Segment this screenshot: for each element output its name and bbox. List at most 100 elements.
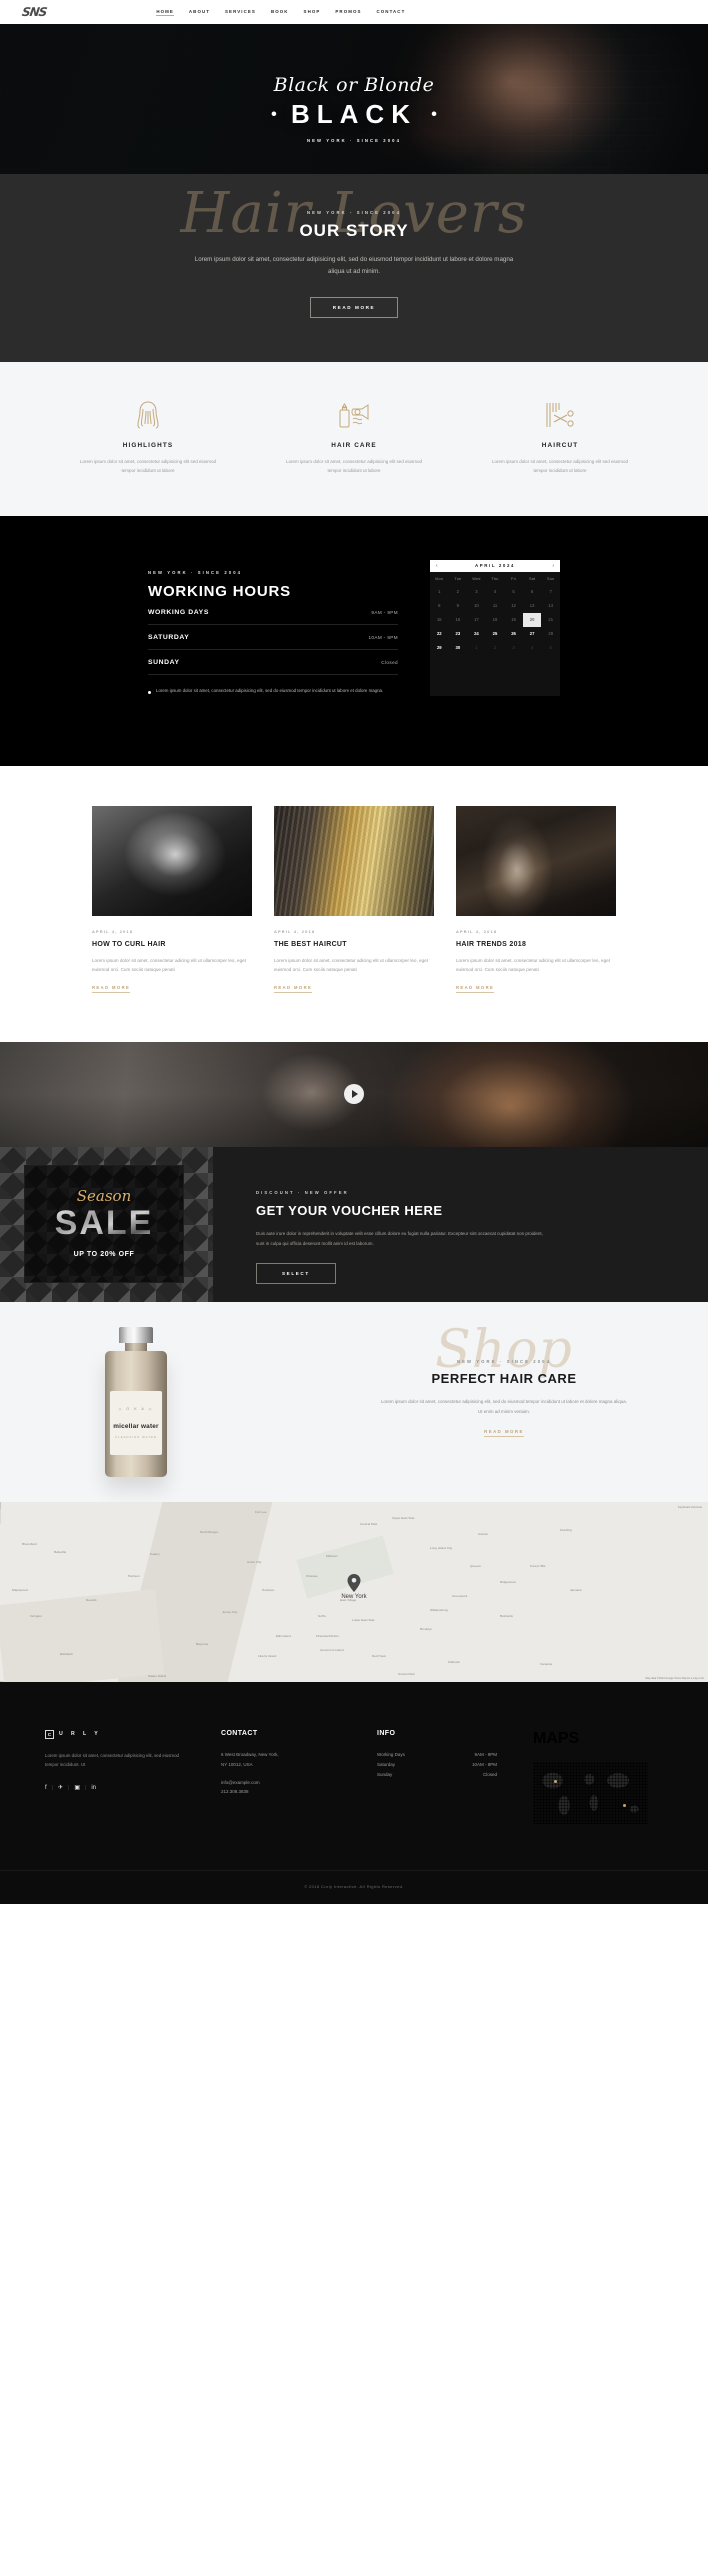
map-place-label: Hoboken bbox=[262, 1587, 275, 1592]
map-keyboard-hint: Keyboard shortcuts bbox=[677, 1504, 702, 1509]
divider: | bbox=[51, 1785, 53, 1792]
blog-card-title[interactable]: HOW TO CURL HAIR bbox=[92, 941, 252, 948]
booking-calendar[interactable]: ‹ APRIL 2024 › Mon Tue Wed Thu Fri Sat S… bbox=[430, 559, 560, 696]
calendar-day[interactable]: 30 bbox=[449, 641, 468, 655]
footer-copyright: © 2018 Curly Interactive. All Rights Res… bbox=[0, 1869, 708, 1904]
service-body: Lorem ipsum dolor sit amet, consectetur … bbox=[79, 458, 217, 474]
nav-item-services[interactable]: SERVICES bbox=[225, 9, 256, 16]
calendar-day[interactable]: 11 bbox=[486, 599, 505, 613]
product-bottle[interactable]: ◇ O K A ◇ micellar water CLEANSING WATER bbox=[105, 1326, 167, 1477]
calendar-day[interactable]: 1 bbox=[430, 585, 449, 599]
story-read-more-button[interactable]: READ MORE bbox=[309, 296, 399, 318]
nav-item-about[interactable]: ABOUT bbox=[189, 9, 210, 16]
blog-card-image[interactable] bbox=[274, 805, 434, 916]
hours-note: Lorem ipsum dolor sit amet, consectetur … bbox=[148, 687, 398, 696]
calendar-day[interactable]: 8 bbox=[430, 599, 449, 613]
footer-socials: f | ✈ | ▣ | in bbox=[45, 1785, 185, 1791]
calendar-day[interactable]: 22 bbox=[430, 627, 449, 641]
blog-card-image[interactable] bbox=[456, 805, 616, 916]
map-place-label: Upper East Side bbox=[392, 1515, 415, 1520]
calendar-day[interactable]: 9 bbox=[449, 599, 468, 613]
calendar-day[interactable]: 5 bbox=[541, 641, 560, 655]
shop-read-more-link[interactable]: READ MORE bbox=[484, 1429, 524, 1437]
footer-info-row: Saturday 10AM - 8PM bbox=[377, 1760, 497, 1770]
calendar-day[interactable]: 23 bbox=[449, 627, 468, 641]
bottle-label-sub: CLEANSING WATER bbox=[115, 1434, 157, 1439]
map-place-label: Flatbush bbox=[448, 1659, 460, 1664]
blog-card-title[interactable]: THE BEST HAIRCUT bbox=[274, 941, 434, 948]
calendar-day[interactable]: 29 bbox=[430, 641, 449, 655]
nav-item-book[interactable]: BOOK bbox=[271, 9, 289, 16]
calendar-day[interactable]: 10 bbox=[467, 599, 486, 613]
hours-title: WORKING HOURS bbox=[148, 582, 291, 600]
footer-phone[interactable]: 212.308.3838 bbox=[221, 1787, 341, 1797]
nav-item-promos[interactable]: PROMOS bbox=[335, 9, 361, 16]
blog-card-read-more[interactable]: READ MORE bbox=[92, 985, 131, 993]
calendar-dow: Mon bbox=[435, 576, 444, 581]
footer-logo[interactable]: C U R L Y bbox=[45, 1729, 185, 1739]
calendar-day[interactable]: 16 bbox=[449, 613, 468, 627]
twitter-icon[interactable]: ✈ bbox=[58, 1785, 63, 1791]
blog-card-read-more[interactable]: READ MORE bbox=[456, 985, 495, 993]
play-icon[interactable] bbox=[344, 1084, 364, 1105]
calendar-day[interactable]: 15 bbox=[430, 613, 449, 627]
calendar-day[interactable]: 14 bbox=[541, 599, 560, 613]
voucher-select-button[interactable]: SELECT bbox=[256, 1262, 336, 1284]
calendar-next-icon[interactable]: › bbox=[552, 563, 554, 569]
instagram-icon[interactable]: ▣ bbox=[74, 1785, 80, 1791]
calendar-day[interactable]: 19 bbox=[504, 613, 523, 627]
calendar-day[interactable]: 6 bbox=[523, 585, 542, 599]
blog-card[interactable]: APRIL 4, 2018 THE BEST HAIRCUT Lorem ips… bbox=[274, 805, 434, 994]
calendar-day[interactable]: 27 bbox=[523, 627, 542, 641]
calendar-day[interactable]: 4 bbox=[523, 641, 542, 655]
footer-email[interactable]: info@example.com bbox=[221, 1778, 341, 1788]
hours-eyebrow: NEW YORK · SINCE 2004 bbox=[148, 569, 243, 575]
calendar-day[interactable]: 4 bbox=[486, 585, 505, 599]
blog-card-read-more[interactable]: READ MORE bbox=[274, 985, 313, 993]
calendar-day[interactable]: 13 bbox=[523, 599, 542, 613]
bottle-cap bbox=[119, 1326, 153, 1343]
divider: | bbox=[68, 1785, 70, 1792]
calendar-day[interactable]: 2 bbox=[449, 585, 468, 599]
calendar-day[interactable]: 25 bbox=[486, 627, 505, 641]
calendar-day[interactable]: 7 bbox=[541, 585, 560, 599]
bottle-neck bbox=[125, 1342, 147, 1351]
sale-card[interactable]: Season SALE UP TO 20% OFF bbox=[24, 1164, 184, 1283]
calendar-grid: Mon Tue Wed Thu Fri Sat Sun 1 2 3 4 5 6 … bbox=[430, 572, 560, 655]
calendar-day[interactable]: 3 bbox=[504, 641, 523, 655]
map-place-label: Newark bbox=[86, 1597, 97, 1602]
service-card-highlights[interactable]: HIGHLIGHTS Lorem ipsum dolor sit amet, c… bbox=[73, 398, 223, 476]
calendar-day[interactable]: 1 bbox=[467, 641, 486, 655]
calendar-day[interactable]: 28 bbox=[541, 627, 560, 641]
calendar-dow: Wed bbox=[472, 576, 481, 581]
calendar-day[interactable]: 12 bbox=[504, 599, 523, 613]
calendar-day-selected[interactable]: 20 bbox=[522, 612, 542, 627]
calendar-prev-icon[interactable]: ‹ bbox=[436, 563, 438, 569]
blog-card[interactable]: APRIL 4, 2018 HOW TO CURL HAIR Lorem ips… bbox=[92, 805, 252, 994]
map-section[interactable]: North Bergen Union City Hoboken Jersey City… bbox=[0, 1501, 708, 1682]
calendar-day[interactable]: 18 bbox=[486, 613, 505, 627]
facebook-icon[interactable]: f bbox=[45, 1785, 47, 1791]
service-card-hair-care[interactable]: HAIR CARE Lorem ipsum dolor sit amet, co… bbox=[279, 398, 429, 476]
calendar-day[interactable]: 26 bbox=[504, 627, 523, 641]
map-place-label: Midtown bbox=[326, 1553, 338, 1558]
map-pin-icon[interactable] bbox=[347, 1573, 361, 1592]
site-logo[interactable]: SNS bbox=[21, 5, 47, 19]
linkedin-icon[interactable]: in bbox=[91, 1785, 96, 1791]
nav-item-home[interactable]: HOME bbox=[156, 9, 174, 16]
calendar-day[interactable]: 24 bbox=[467, 627, 486, 641]
calendar-day[interactable]: 17 bbox=[467, 613, 486, 627]
calendar-day[interactable]: 21 bbox=[541, 613, 560, 627]
blog-card-title[interactable]: HAIR TRENDS 2018 bbox=[456, 941, 616, 948]
service-card-haircut[interactable]: HAIRCUT Lorem ipsum dolor sit amet, cons… bbox=[485, 398, 635, 476]
map-park-area bbox=[296, 1535, 394, 1599]
calendar-day[interactable]: 2 bbox=[486, 641, 505, 655]
blog-card-image[interactable] bbox=[92, 805, 252, 916]
nav-item-contact[interactable]: CONTACT bbox=[377, 9, 406, 16]
blog-card[interactable]: APRIL 4, 2018 HAIR TRENDS 2018 Lorem ips… bbox=[456, 805, 616, 994]
hours-day-label: SUNDAY bbox=[148, 658, 180, 666]
calendar-day[interactable]: 5 bbox=[504, 585, 523, 599]
map-place-label: Brooklyn bbox=[420, 1626, 433, 1631]
nav-item-shop[interactable]: SHOP bbox=[304, 9, 321, 16]
calendar-day[interactable]: 3 bbox=[467, 585, 486, 599]
